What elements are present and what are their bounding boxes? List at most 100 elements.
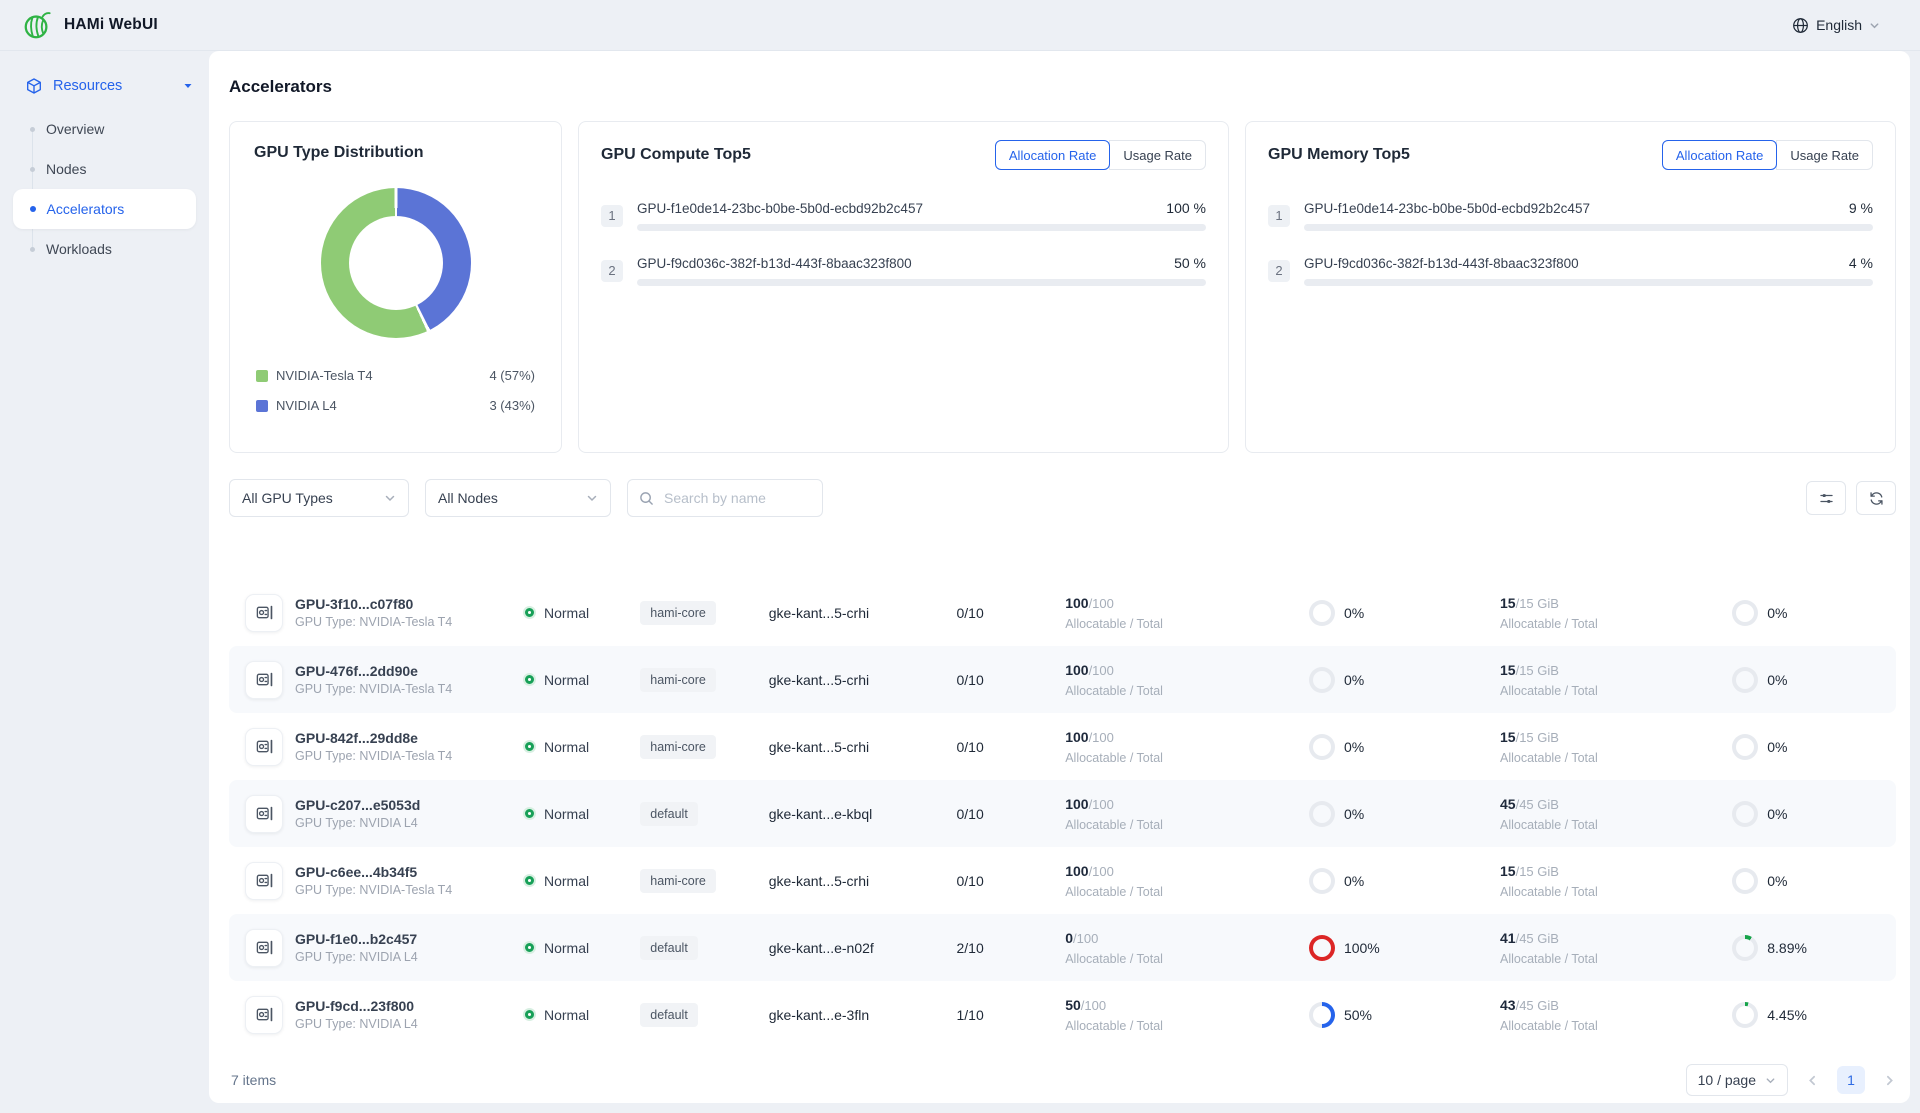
status-label: Normal: [544, 806, 589, 822]
memory-allocation-value: 8.89%: [1767, 940, 1807, 956]
card-title: GPU Memory Top5: [1268, 146, 1410, 164]
table-row: GPU-3f10...c07f80 GPU Type: NVIDIA-Tesla…: [229, 579, 1896, 646]
node-select[interactable]: All Nodes: [425, 479, 611, 517]
legend-swatch-icon: [256, 370, 268, 382]
gpu-name: GPU-f9cd036c-382f-b13d-443f-8baac323f800: [637, 256, 912, 271]
usage-rate-tab[interactable]: Usage Rate: [1776, 140, 1873, 170]
mode-badge: default: [640, 1003, 698, 1027]
compute-allocation-ring: [1309, 801, 1335, 827]
gpu-uuid-link[interactable]: GPU-f1e0...b2c457: [295, 931, 418, 947]
memory-remaining: 15: [1500, 662, 1516, 678]
gpu-uuid-link[interactable]: GPU-c6ee...4b34f5: [295, 864, 452, 880]
sidebar-item-workloads[interactable]: Workloads: [13, 229, 196, 269]
gpu-uuid-link[interactable]: GPU-3f10...c07f80: [295, 596, 452, 612]
next-page-button[interactable]: [1883, 1074, 1896, 1087]
gpu-card-icon: [245, 728, 283, 766]
search-input[interactable]: [662, 489, 811, 507]
gpu-type-select[interactable]: All GPU Types: [229, 479, 409, 517]
memory-rate-toggle: Allocation Rate Usage Rate: [1662, 140, 1873, 170]
language-selector[interactable]: English: [1792, 17, 1880, 34]
top5-item: 2 GPU-f9cd036c-382f-b13d-443f-8baac323f8…: [1268, 255, 1873, 286]
allocatable-total-label: Allocatable / Total: [1500, 885, 1732, 899]
page-size-select[interactable]: 10 / page: [1686, 1064, 1788, 1096]
compute-remaining-total: 100/100 Allocatable / Total: [1065, 796, 1309, 832]
table-row: GPU-c207...e5053d GPU Type: NVIDIA L4 No…: [229, 780, 1896, 847]
sidebar-item-overview[interactable]: Overview: [13, 109, 196, 149]
memory-total: /15 GiB: [1516, 730, 1559, 745]
gpu-type-label: GPU Type: NVIDIA L4: [295, 816, 420, 830]
accelerators-table: GPU-3f10...c07f80 GPU Type: NVIDIA-Tesla…: [229, 535, 1896, 1048]
column-settings-button[interactable]: [1806, 481, 1846, 515]
memory-allocation: 0%: [1732, 734, 1892, 760]
compute-allocation-value: 50%: [1344, 1007, 1372, 1023]
memory-allocation: 4.45%: [1732, 1002, 1892, 1028]
gpu-type-distribution-card: GPU Type Distribution NVIDIA-Tesla T4 4 …: [229, 121, 562, 453]
compute-allocation-value: 0%: [1344, 806, 1364, 822]
memory-allocation-ring: [1732, 935, 1758, 961]
mode-badge: hami-core: [640, 869, 716, 893]
compute-allocation: 0%: [1309, 734, 1500, 760]
page-number-button[interactable]: 1: [1837, 1066, 1865, 1094]
rank-badge: 2: [601, 260, 623, 282]
compute-remaining: 100: [1065, 595, 1088, 611]
vgpu-count: 1/10: [957, 1007, 1066, 1023]
sidebar: Resources Overview Nodes Accelerators Wo…: [0, 51, 209, 1113]
compute-remaining: 100: [1065, 796, 1088, 812]
gpu-uuid-link[interactable]: GPU-c207...e5053d: [295, 797, 420, 813]
page-size-value: 10 / page: [1698, 1072, 1756, 1088]
page-title: Accelerators: [229, 77, 1896, 97]
node-select-value: All Nodes: [438, 490, 498, 506]
status-label: Normal: [544, 940, 589, 956]
allocatable-total-label: Allocatable / Total: [1500, 751, 1732, 765]
rate-value: 50 %: [1174, 255, 1206, 271]
allocation-rate-tab[interactable]: Allocation Rate: [995, 140, 1110, 170]
status-ok-icon: [525, 809, 534, 818]
chevron-down-icon: [586, 492, 598, 504]
compute-allocation: 0%: [1309, 801, 1500, 827]
sidebar-item-label: Workloads: [46, 241, 112, 257]
status-ok-icon: [525, 608, 534, 617]
compute-allocation-value: 0%: [1344, 739, 1364, 755]
progress-bar: [1304, 279, 1873, 286]
gpu-uuid-link[interactable]: GPU-842f...29dd8e: [295, 730, 452, 746]
usage-rate-tab[interactable]: Usage Rate: [1109, 140, 1206, 170]
memory-remaining: 43: [1500, 997, 1516, 1013]
chevron-down-icon: [1765, 1075, 1776, 1086]
memory-allocation-value: 4.45%: [1767, 1007, 1807, 1023]
mode-badge: default: [640, 936, 698, 960]
compute-total: /100: [1089, 864, 1114, 879]
vgpu-count: 0/10: [957, 605, 1066, 621]
allocation-rate-tab[interactable]: Allocation Rate: [1662, 140, 1777, 170]
gpu-card-icon: [245, 795, 283, 833]
sidebar-item-nodes[interactable]: Nodes: [13, 149, 196, 189]
card-title: GPU Compute Top5: [601, 146, 751, 164]
compute-total: /100: [1089, 596, 1114, 611]
gpu-name: GPU-f1e0de14-23bc-b0be-5b0d-ecbd92b2c457: [1304, 201, 1590, 216]
table-footer: 7 items 10 / page 1: [229, 1064, 1896, 1096]
allocatable-total-label: Allocatable / Total: [1500, 952, 1732, 966]
search-box: [627, 479, 823, 517]
status-ok-icon: [525, 943, 534, 952]
prev-page-button[interactable]: [1806, 1074, 1819, 1087]
topbar: HAMi WebUI English: [0, 0, 1920, 51]
memory-total: /45 GiB: [1516, 998, 1559, 1013]
tree-dot-icon: [30, 127, 35, 132]
allocatable-total-label: Allocatable / Total: [1500, 818, 1732, 832]
card-title: GPU Type Distribution: [254, 144, 537, 162]
gpu-type-label: GPU Type: NVIDIA-Tesla T4: [295, 749, 452, 763]
refresh-button[interactable]: [1856, 481, 1896, 515]
sidebar-item-accelerators[interactable]: Accelerators: [13, 189, 196, 229]
compute-total: /100: [1089, 797, 1114, 812]
rate-value: 4 %: [1849, 255, 1873, 271]
compute-allocation-ring: [1309, 935, 1335, 961]
compute-allocation: 100%: [1309, 935, 1500, 961]
gpu-uuid-link[interactable]: GPU-f9cd...23f800: [295, 998, 418, 1014]
allocatable-total-label: Allocatable / Total: [1065, 617, 1309, 631]
mode-badge: hami-core: [640, 601, 716, 625]
status-ok-icon: [525, 675, 534, 684]
sidebar-group-resources[interactable]: Resources: [0, 65, 209, 107]
memory-allocation: 8.89%: [1732, 935, 1892, 961]
sidebar-item-label: Accelerators: [47, 201, 125, 217]
gpu-uuid-link[interactable]: GPU-476f...2dd90e: [295, 663, 452, 679]
legend-item: NVIDIA-Tesla T4 4 (57%): [256, 368, 535, 383]
